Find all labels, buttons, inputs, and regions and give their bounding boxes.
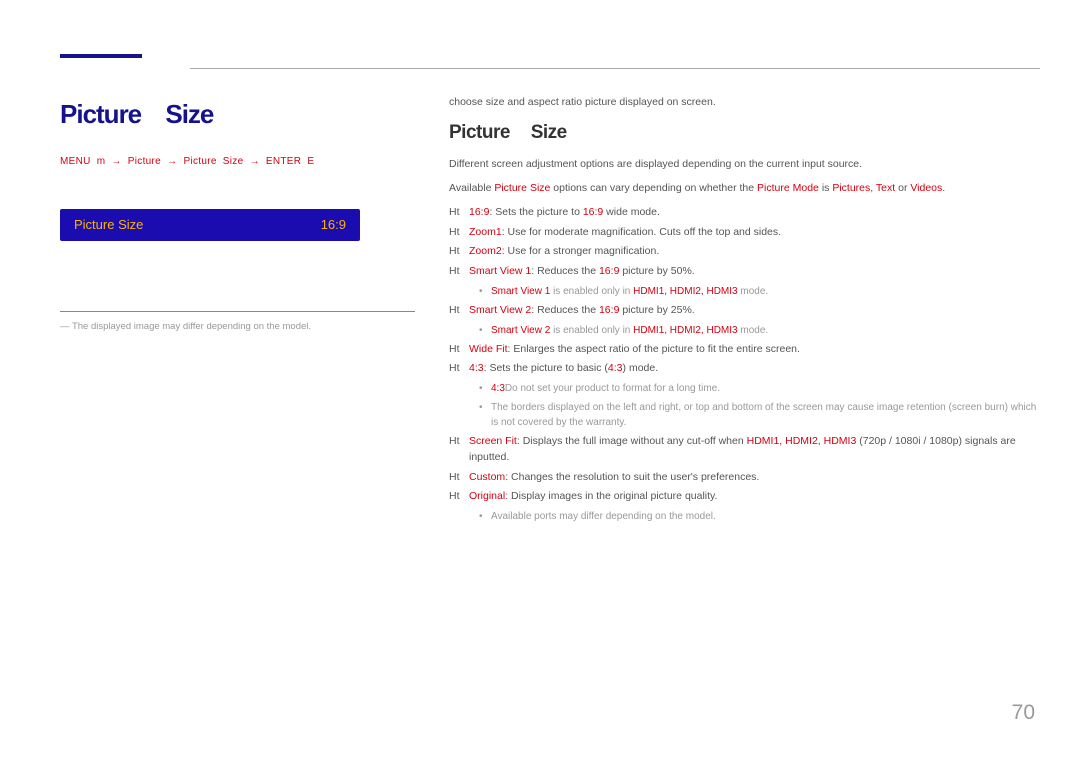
bullet-prefix: Ht: [449, 342, 461, 358]
bullet-prefix: Ht: [449, 489, 461, 505]
intro-text: choose size and aspect ratio picture dis…: [449, 95, 1040, 111]
desc2-key2: Picture Mode: [757, 182, 819, 194]
option-key2: 16:9: [583, 206, 603, 218]
desc2-mid2: is: [819, 182, 832, 194]
setting-value: 16:9: [321, 215, 346, 235]
bullet-prefix: Ht: [449, 303, 461, 319]
option-key: Screen Fit: [469, 435, 517, 447]
sub-note: Smart View 2 is enabled only in HDMI1, H…: [479, 323, 1040, 338]
setting-row: Picture Size 16:9: [60, 209, 360, 241]
desc2-key1: Picture Size: [494, 182, 550, 194]
divider: [60, 311, 415, 312]
option-body: 4:3: Sets the picture to basic (4:3) mod…: [469, 361, 1040, 377]
desc2-key4: Text: [876, 182, 895, 194]
option-item: Ht Smart View 2: Reduces the 16:9 picture…: [449, 303, 1040, 319]
option-body: Smart View 2: Reduces the 16:9 picture b…: [469, 303, 1040, 319]
desc2-key3: Pictures: [832, 182, 870, 194]
option-body: Smart View 1: Reduces the 16:9 picture b…: [469, 264, 1040, 280]
section-title: Picture Size: [449, 119, 1040, 148]
option-item: Ht 4:3: Sets the picture to basic (4:3) m…: [449, 361, 1040, 377]
desc2-prefix: Available: [449, 182, 494, 194]
bullet-prefix: Ht: [449, 264, 461, 280]
option-body: Custom: Changes the resolution to suit t…: [469, 470, 1040, 486]
page-number: 70: [1012, 697, 1035, 729]
bullet-prefix: Ht: [449, 470, 461, 486]
option-item: Ht 16:9: Sets the picture to 16:9 wide mo…: [449, 205, 1040, 221]
option-key: 16:9: [469, 206, 489, 218]
option-list: Ht 16:9: Sets the picture to 16:9 wide mo…: [449, 205, 1040, 524]
desc2-mid: options can vary depending on whether th…: [550, 182, 757, 194]
option-key: 4:3: [469, 362, 484, 374]
option-body: Original: Display images in the original…: [469, 489, 1040, 505]
bullet-prefix: Ht: [449, 361, 461, 377]
sub-note: Available ports may differ depending on …: [479, 509, 1040, 524]
option-key2: HDMI1, HDMI2, HDMI3: [747, 435, 857, 447]
bullet-prefix: Ht: [449, 225, 461, 241]
option-body: Screen Fit: Displays the full image with…: [469, 434, 1040, 466]
option-body: Wide Fit: Enlarges the aspect ratio of t…: [469, 342, 1040, 358]
model-note: ― The displayed image may differ dependi…: [60, 320, 415, 334]
setting-label: Picture Size: [74, 215, 143, 235]
option-item: Ht Custom: Changes the resolution to suit…: [449, 470, 1040, 486]
right-column: choose size and aspect ratio picture dis…: [449, 95, 1040, 528]
desc2-end: .: [942, 182, 945, 194]
option-item: HtScreen Fit: Displays the full image wi…: [449, 434, 1040, 466]
option-key2: 4:3: [608, 362, 623, 374]
option-key2: 16:9: [599, 304, 619, 316]
option-item: Ht Zoom1: Use for moderate magnification.…: [449, 225, 1040, 241]
left-column: Picture Size MENU m → Picture → Picture …: [60, 95, 415, 528]
option-key: Original: [469, 490, 505, 502]
desc-1: Different screen adjustment options are …: [449, 157, 1040, 173]
option-item: Ht Zoom2: Use for a stronger magnificatio…: [449, 244, 1040, 260]
option-key2: 16:9: [599, 265, 619, 277]
header-short-bar: [60, 54, 142, 58]
option-body: Zoom1: Use for moderate magnification. C…: [469, 225, 1040, 241]
option-key: Custom: [469, 471, 505, 483]
header: [60, 30, 1040, 70]
option-item: Ht Wide Fit: Enlarges the aspect ratio of…: [449, 342, 1040, 358]
option-key: Smart View 2: [469, 304, 531, 316]
sub-note: 4:3Do not set your product to format for…: [479, 381, 1040, 396]
option-key: Zoom1: [469, 226, 502, 238]
option-key: Zoom2: [469, 245, 502, 257]
desc2-mid4: or: [895, 182, 910, 194]
desc2-key5: Videos: [910, 182, 942, 194]
bullet-prefix: Ht: [449, 205, 461, 221]
option-key: Wide Fit: [469, 343, 508, 355]
option-item: Ht Smart View 1: Reduces the 16:9 picture…: [449, 264, 1040, 280]
option-item: Ht Original: Display images in the origin…: [449, 489, 1040, 505]
option-body: Zoom2: Use for a stronger magnification.: [469, 244, 1040, 260]
sub-note: Smart View 1 is enabled only in HDMI1, H…: [479, 284, 1040, 299]
header-long-bar: [190, 68, 1040, 69]
bullet-prefix: Ht: [449, 244, 461, 260]
option-key: Smart View 1: [469, 265, 531, 277]
option-body: 16:9: Sets the picture to 16:9 wide mode…: [469, 205, 1040, 221]
sub-note: The borders displayed on the left and ri…: [479, 400, 1040, 430]
desc-2: Available Picture Size options can vary …: [449, 181, 1040, 197]
menu-path: MENU m → Picture → Picture Size → ENTER …: [60, 154, 415, 169]
bullet-prefix: Ht: [449, 434, 461, 466]
page-title: Picture Size: [60, 95, 415, 134]
